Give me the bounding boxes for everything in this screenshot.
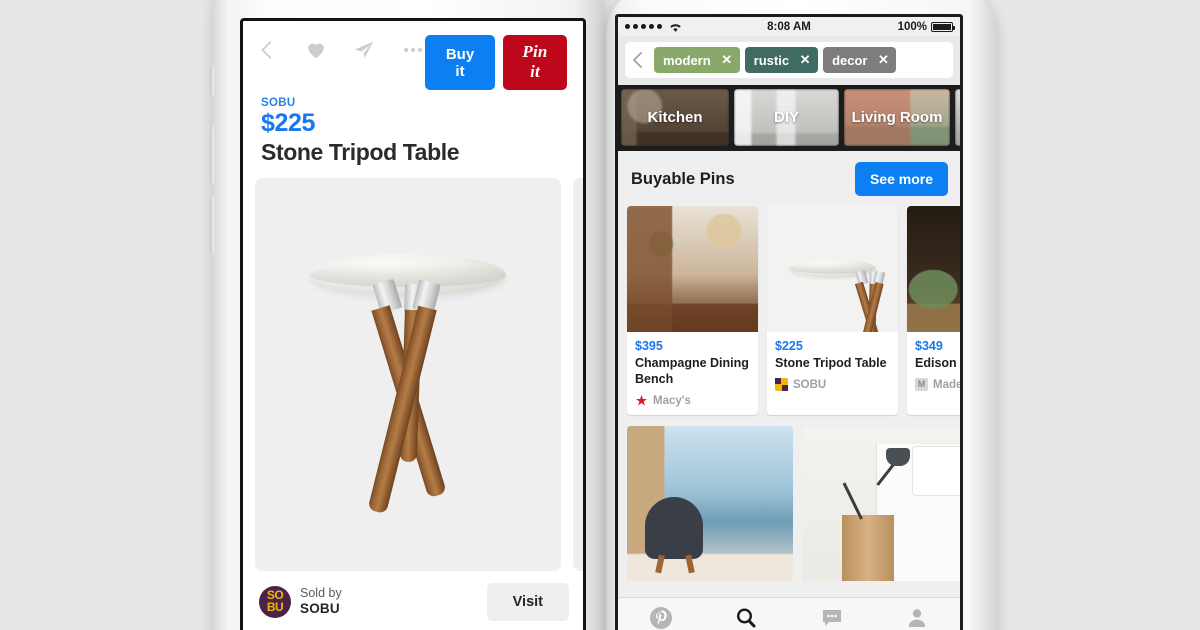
search-input[interactable]: modern ✕ rustic ✕ decor ✕: [625, 42, 953, 78]
sobu-logo-line2: BU: [266, 599, 284, 614]
status-time: 8:08 AM: [767, 20, 811, 33]
pin-title: Stone Tripod Table: [261, 139, 460, 165]
pinterest-icon: [649, 606, 672, 629]
tab-profile[interactable]: [875, 606, 961, 630]
pin-it-button[interactable]: Pin it: [503, 35, 567, 90]
left-phone-device: Buy it Pin it SOBU $225 Stone Tripod Tab…: [210, 0, 605, 630]
buyable-pin-thumb: [627, 206, 758, 332]
category-tile-partial[interactable]: D: [955, 89, 960, 146]
search-bar: modern ✕ rustic ✕ decor ✕: [618, 36, 960, 85]
pin-main-image[interactable]: [255, 177, 561, 571]
messages-icon: [822, 609, 841, 626]
pin-meta: SOBU $225 Stone Tripod Table: [243, 93, 583, 166]
category-tile-diy-label: DIY: [773, 109, 799, 126]
category-tile-kitchen-label: Kitchen: [647, 109, 703, 126]
tag-chip-decor-label: decor: [832, 52, 868, 68]
category-tile-living-room-label: Living Room: [851, 109, 943, 126]
seller-name: SOBU: [300, 601, 340, 617]
tag-chip-rustic-label: rustic: [753, 52, 790, 68]
tag-chip-decor-remove-icon[interactable]: ✕: [874, 52, 896, 68]
tag-chip-modern-remove-icon[interactable]: ✕: [718, 52, 740, 68]
sobu-logo-icon: SO BU: [259, 585, 291, 618]
more-options-icon[interactable]: [401, 39, 425, 61]
pin-description: Stone top and plantation grown mango woo…: [243, 621, 583, 630]
buyable-pin-thumb: [767, 206, 898, 332]
sobu-grid-icon: [775, 378, 788, 391]
tag-chip-rustic-remove-icon[interactable]: ✕: [796, 52, 818, 68]
tab-pinterest-home[interactable]: [618, 606, 704, 630]
buyable-pin-merchant: SOBU: [793, 378, 827, 391]
buyable-pins-title: Buyable Pins: [631, 169, 735, 188]
see-more-button[interactable]: See more: [854, 162, 948, 196]
buyable-pin-card[interactable]: $225 Stone Tripod Table SOBU: [767, 206, 898, 415]
buyable-pin-thumb: [907, 206, 960, 332]
buyable-pins-header: Buyable Pins See more: [618, 151, 960, 206]
tag-chip-modern[interactable]: modern ✕: [654, 47, 740, 73]
buyable-pin-name: Stone Tripod Table: [775, 356, 887, 370]
pin-price: $225: [261, 109, 316, 137]
battery-icon: [931, 21, 955, 32]
category-tile-kitchen[interactable]: Kitchen: [621, 89, 729, 146]
partial-category-photo: [955, 89, 960, 146]
left-phone-screen: Buy it Pin it SOBU $225 Stone Tripod Tab…: [240, 18, 586, 630]
madesmith-mark-icon: M: [915, 378, 928, 391]
mute-switch[interactable]: [210, 66, 214, 96]
tab-search[interactable]: [704, 606, 790, 630]
right-phone-screen: 8:08 AM 100% modern ✕ rustic ✕ decor ✕ K…: [615, 14, 963, 630]
macys-star-icon: [635, 394, 648, 407]
tag-chip-rustic[interactable]: rustic ✕: [744, 47, 819, 73]
buyable-pin-card[interactable]: $395 Champagne Dining Bench Macy's: [627, 206, 758, 415]
buyable-pin-merchant: Madesmi: [933, 378, 963, 391]
sold-by-label: Sold by: [300, 586, 342, 601]
buyable-pin-merchant: Macy's: [653, 394, 691, 407]
buyable-pin-price: $349: [915, 339, 943, 353]
tag-chip-modern-label: modern: [663, 52, 711, 68]
search-icon: [737, 607, 756, 627]
tag-chip-decor[interactable]: decor ✕: [823, 47, 897, 73]
category-tile-living-room[interactable]: Living Room: [844, 89, 950, 146]
back-chevron-icon[interactable]: [257, 39, 279, 61]
volume-up-button[interactable]: [210, 126, 214, 184]
buyable-pin-name: Edison La Vertical: [915, 356, 960, 370]
send-icon[interactable]: [353, 39, 375, 61]
category-strip[interactable]: Kitchen DIY Living Room D: [618, 85, 960, 151]
bottom-tab-bar: [618, 597, 960, 630]
heart-icon[interactable]: [305, 39, 327, 61]
volume-down-button[interactable]: [210, 196, 214, 254]
stone-tripod-table-illustration: [255, 178, 561, 571]
status-bar: 8:08 AM 100%: [618, 17, 960, 36]
visit-button[interactable]: Visit: [486, 582, 569, 621]
feed-pins-row[interactable]: [618, 415, 960, 581]
sold-by-block: Sold by SOBU: [300, 586, 342, 617]
seller-row: SO BU Sold by SOBU Visit: [243, 571, 583, 621]
buyable-pin-card[interactable]: $349 Edison La Vertical M Madesmi: [907, 206, 963, 415]
buyable-pin-price: $395: [635, 339, 663, 353]
pin-image-carousel[interactable]: [243, 177, 583, 571]
buyable-pin-price: $225: [775, 339, 803, 353]
profile-icon: [909, 608, 926, 627]
search-back-chevron-icon[interactable]: [629, 50, 649, 70]
pin-next-image[interactable]: [573, 177, 583, 571]
screenshot-stage: Buy it Pin it SOBU $225 Stone Tripod Tab…: [0, 0, 1200, 630]
category-tile-diy[interactable]: DIY: [734, 89, 839, 146]
right-phone-device: 8:08 AM 100% modern ✕ rustic ✕ decor ✕ K…: [606, 0, 998, 630]
tab-messages[interactable]: [789, 606, 875, 630]
buy-it-button[interactable]: Buy it: [425, 35, 495, 90]
pin-brand[interactable]: SOBU: [261, 97, 567, 109]
buyable-pins-row[interactable]: $395 Champagne Dining Bench Macy's $225 …: [618, 206, 960, 415]
pin-detail-header: Buy it Pin it: [243, 21, 583, 93]
buyable-pin-name: Champagne Dining Bench: [635, 356, 749, 386]
feed-pin[interactable]: [802, 426, 960, 581]
feed-pin[interactable]: [627, 426, 793, 581]
